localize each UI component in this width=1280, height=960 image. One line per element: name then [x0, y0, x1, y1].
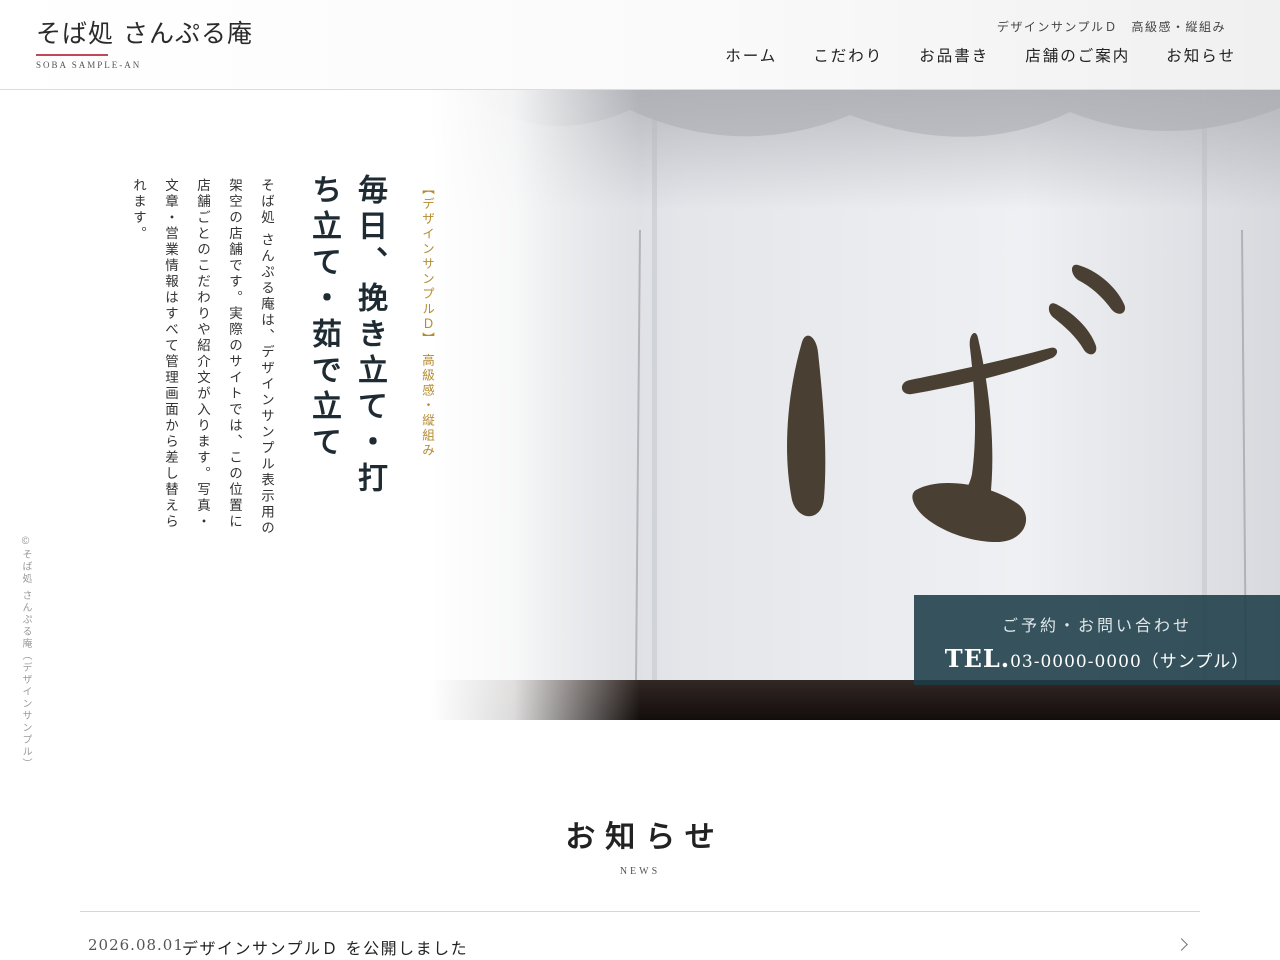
tel-prefix: TEL.: [944, 644, 1011, 673]
reservation-label: ご予約・お問い合わせ: [1001, 616, 1192, 635]
logo-title: そば処 さんぷる庵: [36, 19, 253, 48]
logo-subtitle: SOBA SAMPLE-AN: [36, 60, 142, 70]
nav-item-commitment[interactable]: こだわり: [813, 44, 883, 66]
hero-label: 【デザインサンプルＤ】 高級感・縦組み: [420, 182, 435, 459]
news-date: 2026.08.01: [88, 936, 184, 954]
nav-item-menu[interactable]: お品書き: [919, 44, 989, 66]
news-headline: デザインサンプルＤ を公開しました: [182, 939, 469, 958]
hero-photo-fade: [430, 90, 640, 720]
reservation-phone: TEL.03-0000-0000（サンプル）: [914, 644, 1280, 673]
nav-item-home[interactable]: ホーム: [725, 44, 777, 66]
news-title: お知らせ: [565, 820, 725, 855]
chevron-right-icon: [1175, 938, 1188, 951]
hero-section: ©そば処 さんぷる庵（デザインサンプル） 【デザインサンプルＤ】 高級感・縦組み…: [0, 90, 1280, 770]
site-header: そば処 さんぷる庵 SOBA SAMPLE-AN デザインサンプルＤ 高級感・縦…: [0, 0, 1280, 90]
copyright-text: ©そば処 さんぷる庵（デザインサンプル）: [20, 536, 31, 771]
news-divider: [80, 911, 1200, 912]
logo-underline: [36, 54, 108, 56]
global-nav: ホーム こだわり お品書き 店舗のご案内 お知らせ: [725, 44, 1236, 66]
news-title-en: NEWS: [619, 866, 661, 877]
tel-number: 03-0000-0000: [1010, 652, 1142, 672]
hero-intro-text: そば処 さんぷる庵は、デザインサンプル表示用の架空の店舗です。実際のサイトでは、…: [130, 178, 274, 537]
news-list-item[interactable]: 2026.08.01 デザインサンプルＤ を公開しました: [80, 928, 1200, 960]
nav-item-news[interactable]: お知らせ: [1166, 44, 1236, 66]
reservation-button[interactable]: ご予約・お問い合わせ TEL.03-0000-0000（サンプル）: [914, 595, 1280, 685]
nav-item-store-info[interactable]: 店舗のご案内: [1025, 44, 1130, 66]
header-tagline: デザインサンプルＤ 高級感・縦組み: [996, 20, 1226, 34]
site-logo[interactable]: そば処 さんぷる庵 SOBA SAMPLE-AN: [36, 18, 276, 72]
hero-catchcopy: 毎日、挽き立て・打ち立て・茹で立て: [306, 174, 387, 498]
tel-suffix: （サンプル）: [1141, 652, 1250, 672]
news-heading: お知らせ NEWS: [0, 812, 1280, 877]
